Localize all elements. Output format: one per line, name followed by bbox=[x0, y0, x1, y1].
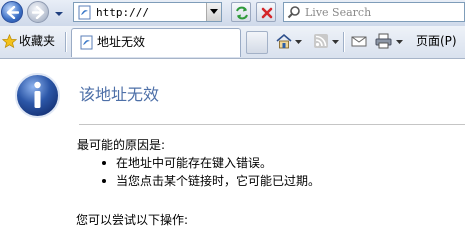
chevron-down-icon bbox=[210, 9, 218, 14]
tab-label: 地址无效 bbox=[97, 35, 146, 49]
favorites-button[interactable]: 收藏夹 bbox=[19, 34, 55, 49]
chevron-down-icon bbox=[55, 12, 63, 16]
refresh-button[interactable] bbox=[231, 2, 251, 22]
toolbar-separator bbox=[65, 32, 67, 52]
navigation-bar: http:/// Live Search bbox=[0, 0, 465, 26]
try-heading: 您可以尝试以下操作: bbox=[76, 213, 189, 227]
page-menu-button[interactable]: 页面(P) bbox=[416, 34, 457, 49]
printer-icon[interactable] bbox=[375, 33, 392, 49]
address-bar[interactable]: http:/// bbox=[73, 2, 222, 22]
chevron-down-icon[interactable] bbox=[332, 40, 339, 45]
list-item: 在地址中可能存在键入错误。 bbox=[98, 154, 320, 172]
new-tab-button[interactable] bbox=[246, 31, 268, 54]
stop-button[interactable] bbox=[256, 2, 276, 22]
forward-button[interactable] bbox=[27, 1, 49, 23]
rss-icon[interactable] bbox=[313, 33, 329, 49]
refresh-icon bbox=[236, 6, 248, 20]
chevron-down-icon[interactable] bbox=[396, 40, 403, 45]
address-input[interactable]: http:/// bbox=[96, 5, 149, 20]
page-icon bbox=[78, 5, 91, 20]
page-title: 该地址无效 bbox=[79, 85, 160, 104]
page-icon bbox=[80, 35, 93, 50]
list-item: 当您点击某个链接时，它可能已过期。 bbox=[98, 172, 320, 190]
forward-arrow-icon bbox=[32, 6, 45, 19]
reasons-heading: 最可能的原因是: bbox=[77, 138, 166, 152]
divider bbox=[79, 124, 465, 125]
home-icon[interactable] bbox=[276, 33, 292, 49]
mail-icon[interactable] bbox=[351, 33, 367, 49]
back-arrow-icon bbox=[6, 6, 19, 19]
reasons-list: 在地址中可能存在键入错误。 当您点击某个链接时，它可能已过期。 bbox=[98, 154, 320, 190]
info-icon bbox=[15, 73, 60, 118]
toolbar-separator bbox=[343, 32, 345, 52]
favorites-tab-bar: 收藏夹 地址无效 页面(P) bbox=[0, 26, 465, 59]
address-dropdown-button[interactable] bbox=[206, 3, 221, 21]
back-button[interactable] bbox=[1, 1, 23, 23]
search-input[interactable]: Live Search bbox=[305, 6, 371, 19]
star-icon bbox=[2, 34, 17, 49]
recent-pages-dropdown[interactable] bbox=[52, 6, 66, 20]
tab-current[interactable]: 地址无效 bbox=[71, 28, 241, 57]
search-icon bbox=[287, 6, 300, 19]
chevron-down-icon[interactable] bbox=[295, 40, 302, 45]
stop-icon bbox=[261, 7, 273, 19]
search-box[interactable]: Live Search bbox=[283, 2, 465, 22]
